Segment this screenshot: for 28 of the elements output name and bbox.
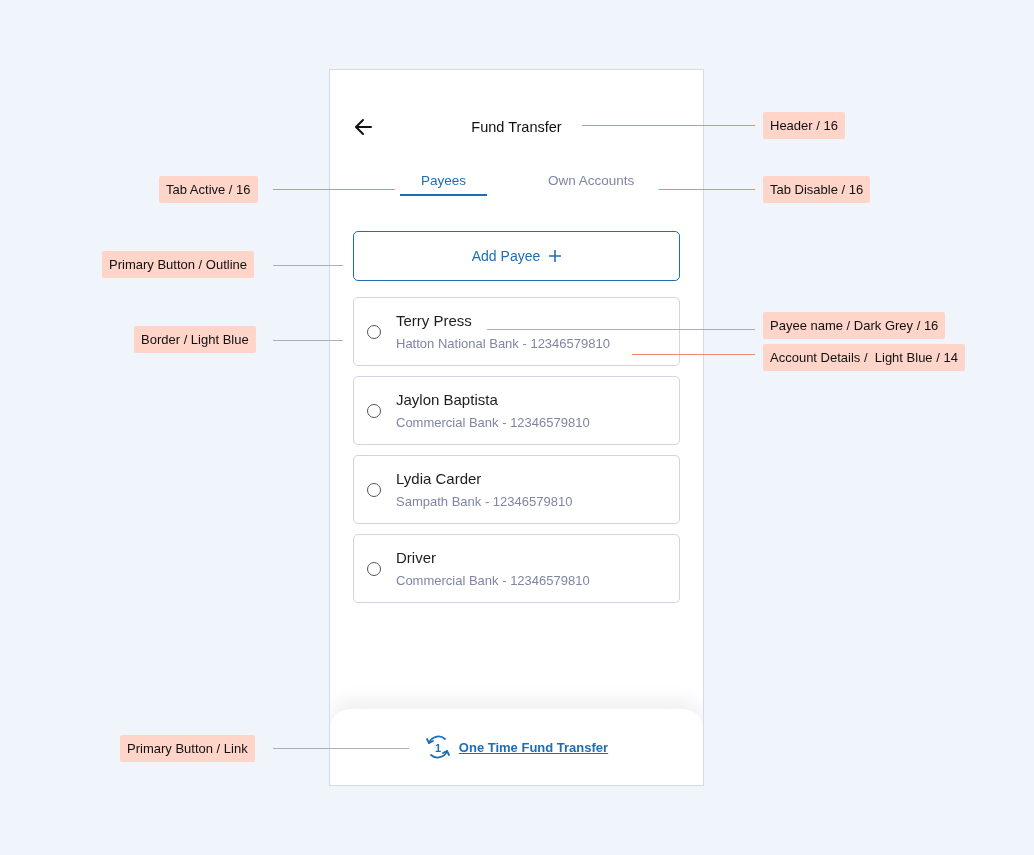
account-details: Commercial Bank - 12346579810	[396, 415, 590, 430]
tab[interactable]: Own Accounts	[548, 170, 635, 196]
annotation-label: Payee name / Dark Grey / 16	[763, 312, 946, 339]
annotation-label: Border / Light Blue	[134, 326, 256, 353]
payee-name: Jaylon Baptista	[396, 391, 499, 408]
annotation-label: Tab Active / 16	[159, 176, 258, 203]
annotation-label: Header / 16	[763, 112, 845, 139]
account-details: Sampath Bank - 12346579810	[396, 494, 573, 509]
account-details: Hatton National Bank - 12346579810	[396, 336, 610, 351]
tab[interactable]: Payees	[400, 170, 487, 196]
payee-name: Terry Press	[396, 312, 473, 329]
payee-name: Lydia Carder	[396, 470, 483, 487]
leader-line	[273, 265, 343, 266]
annotation-label: Primary Button / Link	[120, 735, 255, 762]
payee-card[interactable]: Lydia Carder Sampath Bank - 12346579810	[353, 455, 680, 524]
one-time-transfer-link[interactable]: One Time Fund Transfer	[458, 739, 609, 755]
leader-line	[273, 340, 343, 341]
payee-name: Driver	[396, 549, 437, 566]
plus-icon	[549, 250, 562, 262]
annotation-label: Tab Disable / 16	[763, 176, 871, 203]
add-payee-button[interactable]: Add Payee	[353, 231, 680, 281]
payee-card[interactable]: Jaylon Baptista Commercial Bank - 12346579810	[353, 376, 680, 445]
payee-card[interactable]: Driver Commercial Bank - 12346579810	[353, 534, 680, 603]
account-details: Commercial Bank - 12346579810	[396, 573, 590, 588]
annotation-label: Account Details / Light Blue / 14	[763, 344, 965, 371]
back-arrow-icon[interactable]	[354, 117, 373, 137]
annotation-label: Primary Button / Outline	[102, 251, 254, 278]
header-title: Fund Transfer	[471, 119, 562, 135]
